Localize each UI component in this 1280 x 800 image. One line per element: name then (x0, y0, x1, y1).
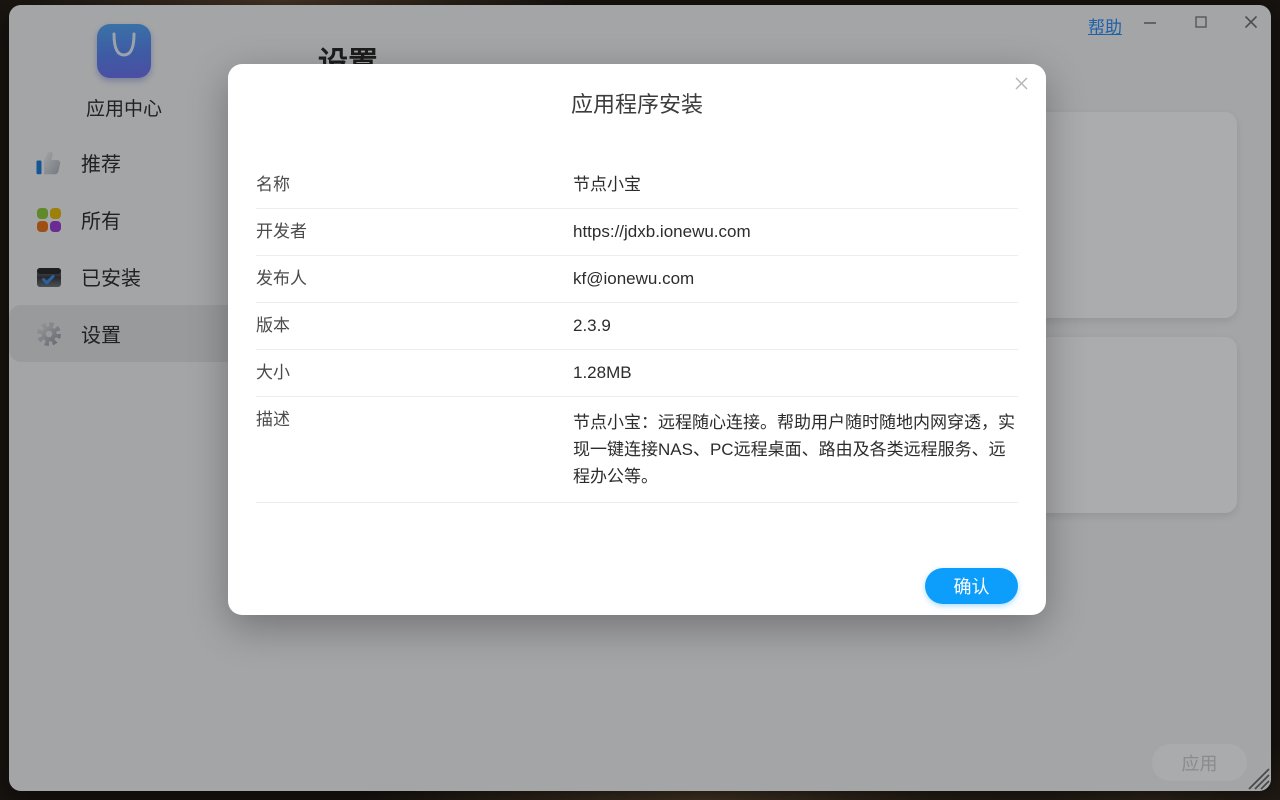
row-value: https://jdxb.ionewu.com (573, 221, 1018, 243)
desktop-background: 帮助 应用中心 (0, 0, 1280, 800)
table-row-description: 描述 节点小宝：远程随心连接。帮助用户随时随地内网穿透，实现一键连接NAS、PC… (256, 397, 1018, 503)
row-value: kf@ionewu.com (573, 268, 1018, 290)
table-row-name: 名称 节点小宝 (256, 162, 1018, 209)
row-value: 2.3.9 (573, 315, 1018, 337)
table-row-size: 大小 1.28MB (256, 350, 1018, 397)
row-label: 名称 (256, 174, 573, 196)
row-label: 开发者 (256, 221, 573, 243)
table-row-publisher: 发布人 kf@ionewu.com (256, 256, 1018, 303)
app-detail-table: 名称 节点小宝 开发者 https://jdxb.ionewu.com 发布人 … (256, 162, 1018, 503)
app-install-dialog: 应用程序安装 名称 节点小宝 开发者 https://jdxb.ionewu.c… (228, 64, 1046, 615)
row-label: 大小 (256, 362, 573, 384)
row-value: 1.28MB (573, 362, 1018, 384)
confirm-button[interactable]: 确认 (925, 568, 1018, 604)
table-row-version: 版本 2.3.9 (256, 303, 1018, 350)
dialog-title: 应用程序安装 (228, 87, 1046, 119)
row-label: 版本 (256, 315, 573, 337)
row-value: 节点小宝：远程随心连接。帮助用户随时随地内网穿透，实现一键连接NAS、PC远程桌… (573, 409, 1018, 490)
row-label: 描述 (256, 409, 573, 431)
row-value: 节点小宝 (573, 174, 1018, 196)
table-row-developer: 开发者 https://jdxb.ionewu.com (256, 209, 1018, 256)
row-label: 发布人 (256, 268, 573, 290)
